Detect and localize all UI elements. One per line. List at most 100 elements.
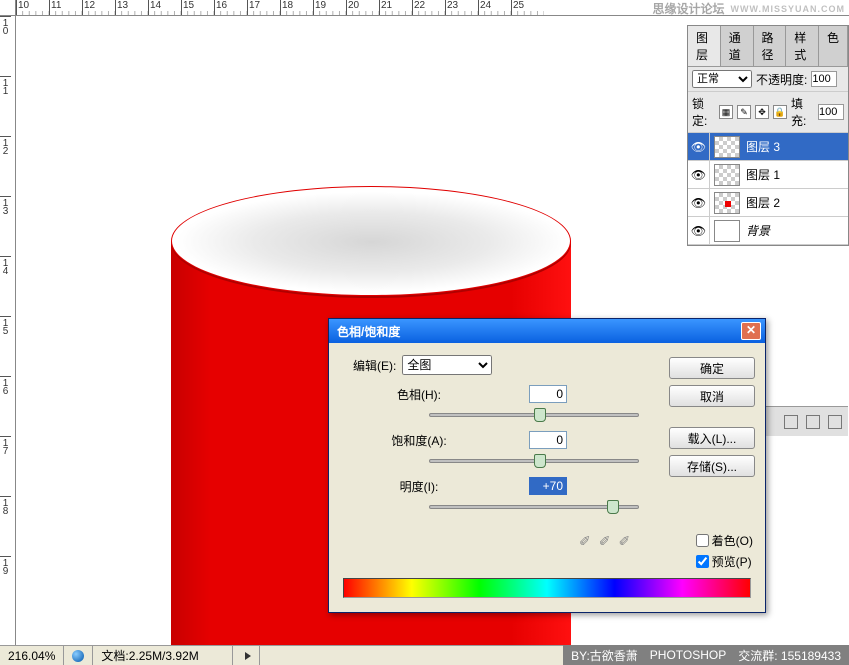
- layer-name: 背景: [744, 222, 848, 239]
- ruler-tick: 15: [181, 0, 214, 15]
- eyedropper-plus-icon[interactable]: ✐: [599, 533, 611, 550]
- dialog-title: 色相/饱和度: [337, 323, 400, 340]
- footer-icon-2[interactable]: [806, 415, 820, 429]
- watermark: 思缘设计论坛 WWW.MISSYUAN.COM: [648, 0, 849, 17]
- ruler-tick: 21: [379, 0, 412, 15]
- ruler-tick: 10: [0, 16, 11, 76]
- layer-row[interactable]: 👁 图层 2: [688, 189, 848, 217]
- visibility-icon[interactable]: 👁: [688, 133, 710, 160]
- layer-thumb: [714, 136, 740, 158]
- dialog-checkboxes: 着色(O) 预览(P): [696, 532, 753, 570]
- dialog-buttons: 确定 取消 载入(L)... 存储(S)...: [669, 357, 755, 477]
- layer-row[interactable]: 👁图层 1: [688, 161, 848, 189]
- layer-row[interactable]: 👁 背景: [688, 217, 848, 245]
- ruler-corner: [0, 0, 16, 16]
- load-button[interactable]: 载入(L)...: [669, 427, 755, 449]
- edit-label: 编辑(E):: [353, 357, 396, 374]
- light-input[interactable]: [529, 477, 567, 495]
- ruler-tick: 16: [214, 0, 247, 15]
- footer-icon-1[interactable]: [784, 415, 798, 429]
- sat-label: 饱和度(A):: [369, 432, 469, 449]
- lock-label: 锁定:: [692, 95, 715, 129]
- sat-input[interactable]: [529, 431, 567, 449]
- visibility-icon[interactable]: 👁: [688, 217, 710, 244]
- ruler-tick: 20: [346, 0, 379, 15]
- layer-thumb: [714, 192, 740, 214]
- cup-rim: [171, 186, 571, 296]
- ruler-tick: 17: [247, 0, 280, 15]
- fill-label: 填充:: [791, 95, 814, 129]
- ruler-tick: 23: [445, 0, 478, 15]
- ruler-tick: 13: [115, 0, 148, 15]
- layer-list: 👁图层 3👁图层 1👁图层 2👁背景: [688, 133, 848, 245]
- watermark-en: WWW.MISSYUAN.COM: [731, 4, 846, 14]
- tab-1[interactable]: 通道: [721, 26, 754, 66]
- lock-transparent-icon[interactable]: ▦: [719, 105, 733, 119]
- dialog-titlebar[interactable]: 色相/饱和度 ✕: [329, 319, 765, 343]
- tab-4[interactable]: 色: [819, 26, 848, 66]
- fill-input[interactable]: [818, 104, 844, 120]
- sat-thumb[interactable]: [534, 454, 546, 468]
- credit-bar: BY:古欲香萧 PHOTOSHOP 交流群: 155189433: [563, 645, 849, 665]
- layer-thumb: [714, 220, 740, 242]
- close-icon[interactable]: ✕: [741, 322, 761, 340]
- hue-slider[interactable]: [429, 413, 639, 417]
- layers-panel[interactable]: 图层通道路径样式色 正常 不透明度: 锁定: ▦ ✎ ✥ 🔒 填充: 👁图层 3…: [687, 25, 849, 246]
- lock-all-icon[interactable]: 🔒: [773, 105, 787, 119]
- opacity-label: 不透明度:: [756, 71, 807, 88]
- ruler-vertical[interactable]: 10111213141516171819: [0, 16, 16, 645]
- lock-brush-icon[interactable]: ✎: [737, 105, 751, 119]
- panel-tabs: 图层通道路径样式色: [688, 26, 848, 67]
- ruler-tick: 19: [0, 556, 11, 616]
- eyedropper-icon[interactable]: ✐: [579, 533, 591, 550]
- light-thumb[interactable]: [607, 500, 619, 514]
- hue-label: 色相(H):: [369, 386, 469, 403]
- layer-thumb: [714, 164, 740, 186]
- save-button[interactable]: 存储(S)...: [669, 455, 755, 477]
- sat-slider[interactable]: [429, 459, 639, 463]
- dialog-body: 编辑(E): 全图 色相(H): 饱和度(A): 明度(I): ✐ ✐ ✐: [329, 343, 765, 612]
- cancel-button[interactable]: 取消: [669, 385, 755, 407]
- preview-check[interactable]: 预览(P): [696, 553, 753, 570]
- ruler-tick: 12: [82, 0, 115, 15]
- lock-icons: ▦ ✎ ✥ 🔒: [719, 105, 787, 119]
- visibility-icon[interactable]: 👁: [688, 161, 710, 188]
- blend-mode-select[interactable]: 正常: [692, 70, 752, 88]
- ruler-tick: 22: [412, 0, 445, 15]
- tab-3[interactable]: 样式: [786, 26, 819, 66]
- tab-0[interactable]: 图层: [688, 26, 721, 66]
- hue-thumb[interactable]: [534, 408, 546, 422]
- visibility-icon[interactable]: 👁: [688, 189, 710, 216]
- doc-size: 文档:2.25M/3.92M: [93, 646, 233, 665]
- hue-saturation-dialog[interactable]: 色相/饱和度 ✕ 编辑(E): 全图 色相(H): 饱和度(A): 明度(I):: [328, 318, 766, 613]
- watermark-cn: 思缘设计论坛: [652, 0, 724, 17]
- ruler-tick: 12: [0, 136, 11, 196]
- ruler-tick: 18: [280, 0, 313, 15]
- light-slider[interactable]: [429, 505, 639, 509]
- light-label: 明度(I):: [369, 478, 469, 495]
- ok-button[interactable]: 确定: [669, 357, 755, 379]
- colorize-check[interactable]: 着色(O): [696, 532, 753, 549]
- ruler-tick: 25: [511, 0, 544, 15]
- ruler-tick: 14: [148, 0, 181, 15]
- ruler-tick: 11: [0, 76, 11, 136]
- blend-row: 正常 不透明度:: [688, 67, 848, 92]
- globe-icon[interactable]: [64, 646, 93, 665]
- ruler-tick: 14: [0, 256, 11, 316]
- opacity-input[interactable]: [811, 71, 837, 87]
- zoom-level[interactable]: 216.04%: [0, 646, 64, 665]
- ruler-tick: 18: [0, 496, 11, 556]
- hue-input[interactable]: [529, 385, 567, 403]
- ruler-tick: 24: [478, 0, 511, 15]
- edit-select[interactable]: 全图: [402, 355, 492, 375]
- eyedropper-minus-icon[interactable]: ✐: [618, 533, 630, 550]
- ruler-tick: 13: [0, 196, 11, 256]
- lock-move-icon[interactable]: ✥: [755, 105, 769, 119]
- footer-icon-3[interactable]: [828, 415, 842, 429]
- ruler-tick: 15: [0, 316, 11, 376]
- lock-row: 锁定: ▦ ✎ ✥ 🔒 填充:: [688, 92, 848, 133]
- tab-2[interactable]: 路径: [754, 26, 787, 66]
- layer-row[interactable]: 👁图层 3: [688, 133, 848, 161]
- play-icon[interactable]: [233, 646, 260, 665]
- layer-name: 图层 2: [744, 194, 848, 211]
